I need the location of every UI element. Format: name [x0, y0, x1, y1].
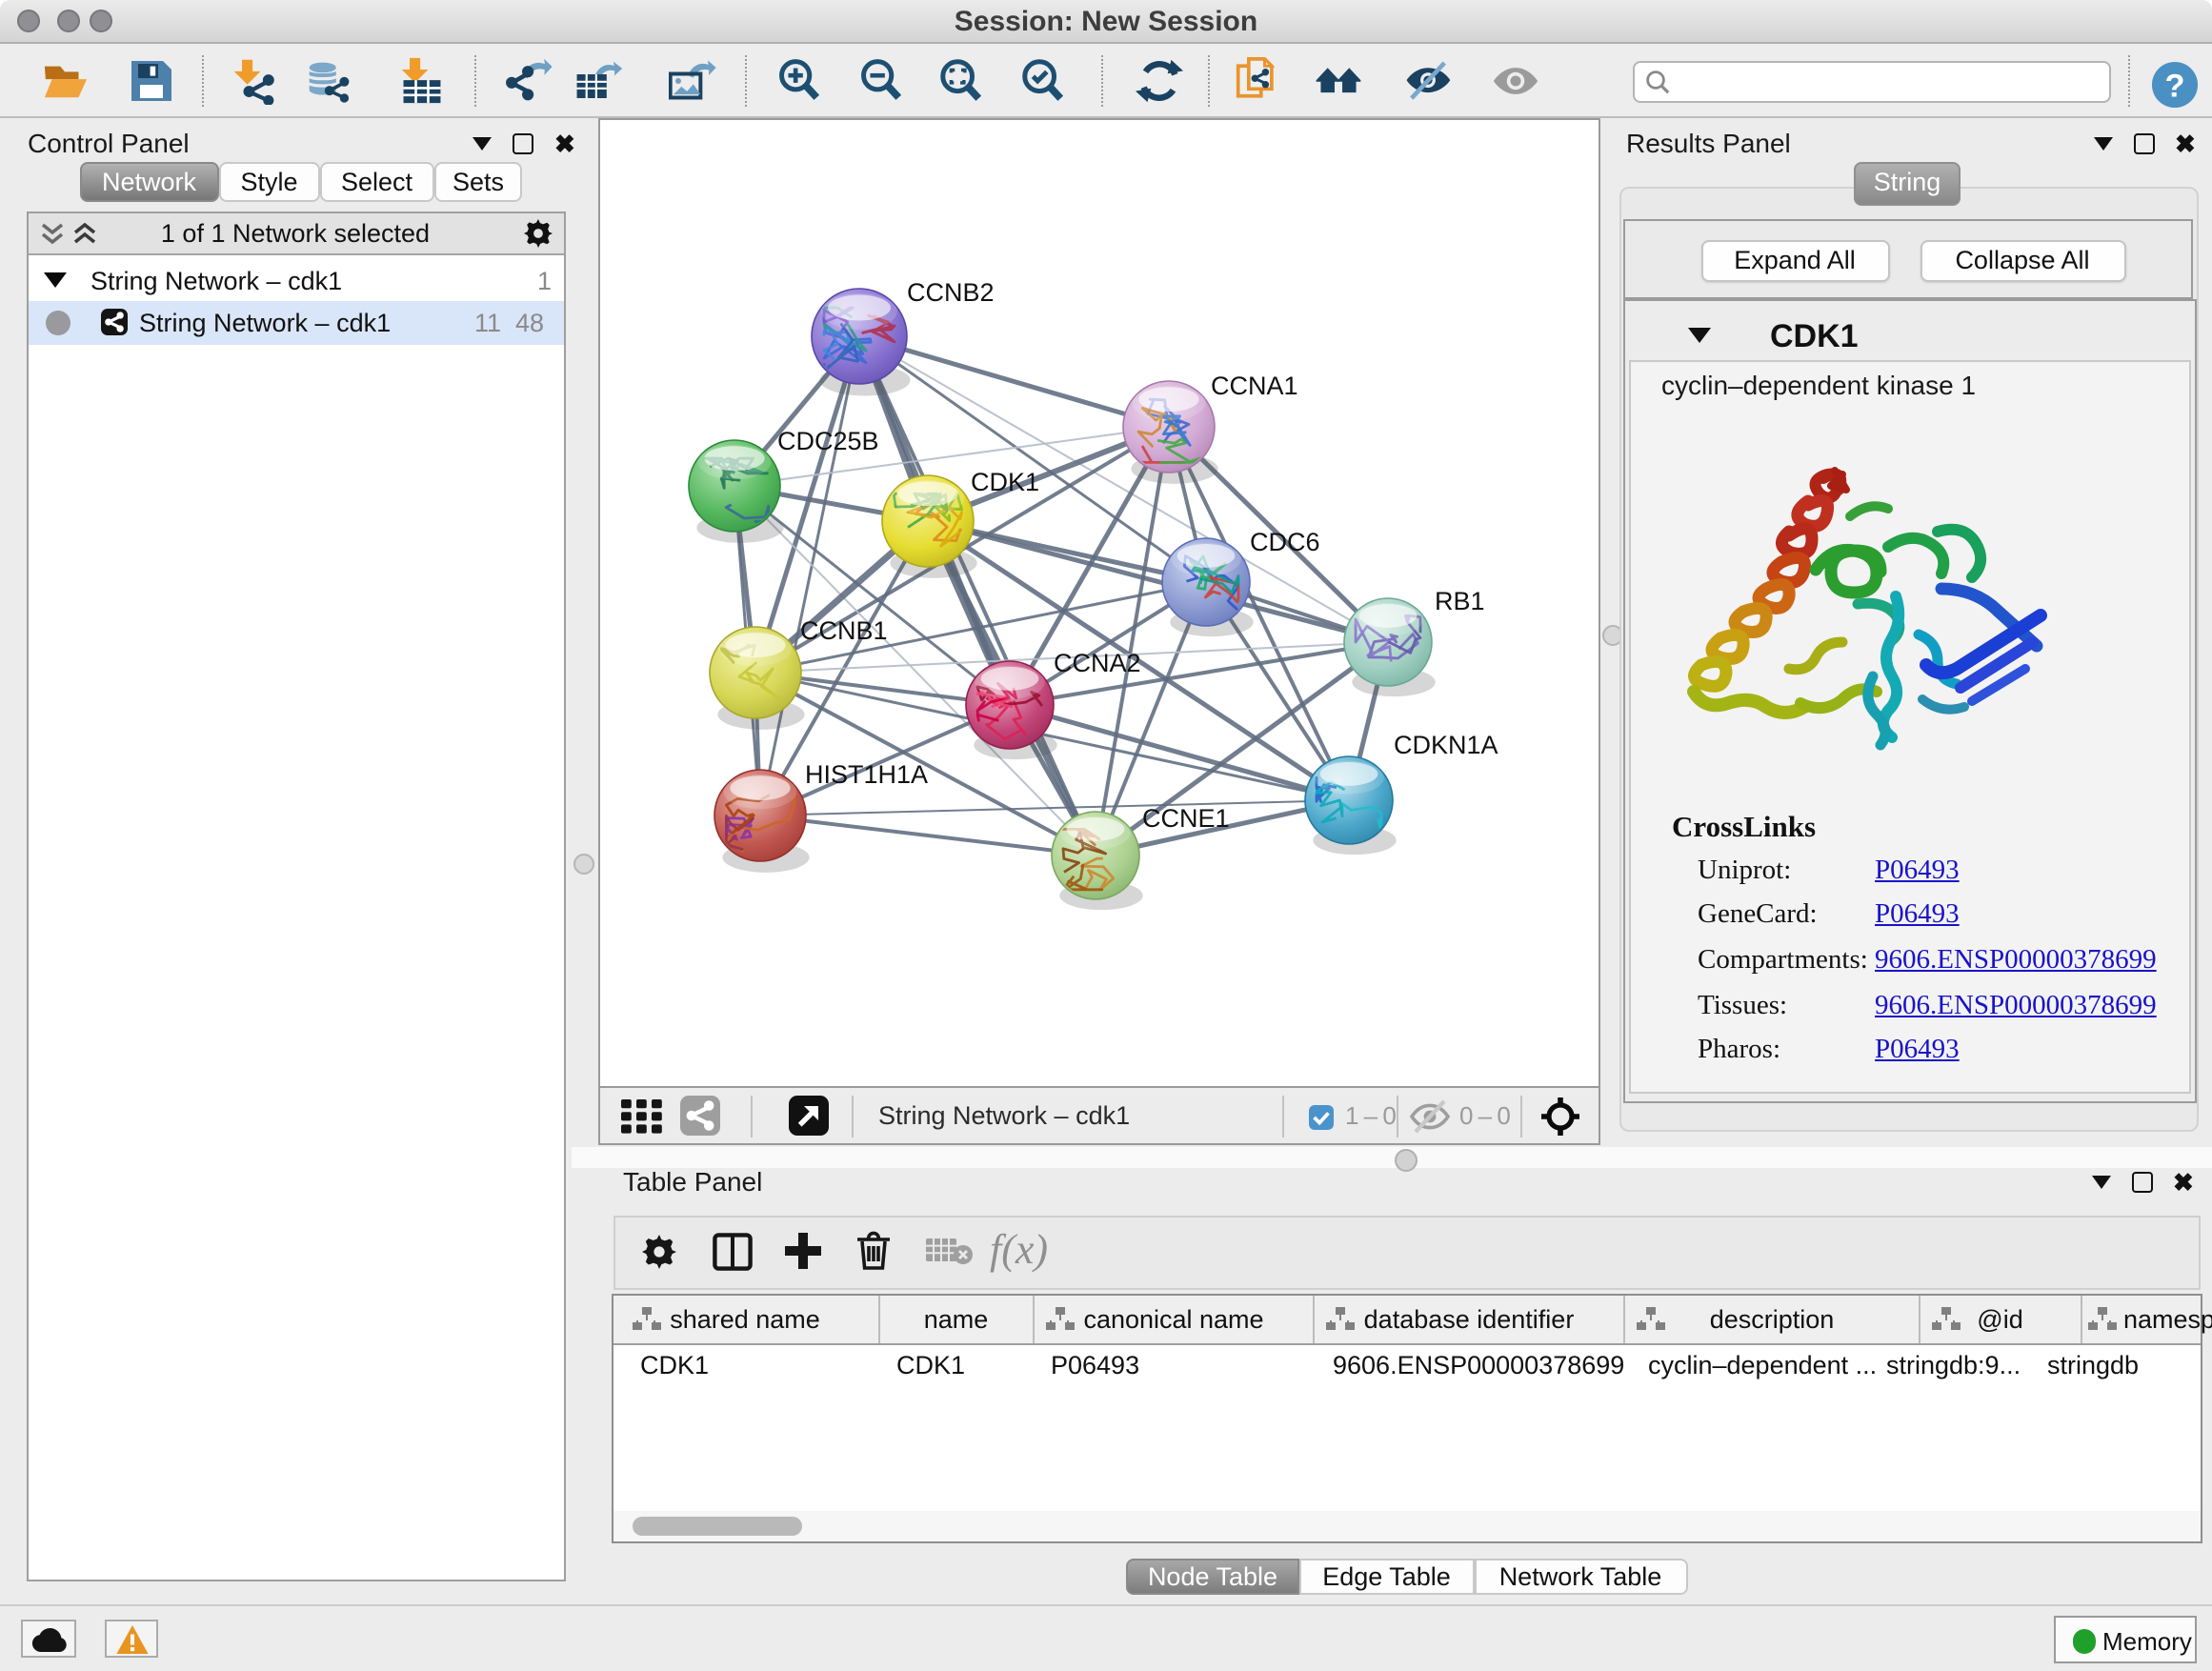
svg-text:RB1: RB1 — [1435, 586, 1485, 614]
svg-text:CCNB1: CCNB1 — [800, 615, 888, 644]
svg-text:CCNB2: CCNB2 — [907, 277, 995, 306]
svg-text:CDKN1A: CDKN1A — [1394, 730, 1498, 758]
svg-text:HIST1H1A: HIST1H1A — [805, 759, 928, 788]
svg-text:CDC6: CDC6 — [1250, 527, 1320, 555]
svg-text:CCNE1: CCNE1 — [1142, 803, 1230, 832]
svg-text:CDK1: CDK1 — [971, 467, 1039, 495]
svg-text:?: ? — [2163, 68, 2183, 104]
svg-text:CDC25B: CDC25B — [777, 426, 879, 454]
svg-text:CCNA2: CCNA2 — [1054, 648, 1141, 676]
svg-text:CCNA1: CCNA1 — [1211, 371, 1298, 399]
